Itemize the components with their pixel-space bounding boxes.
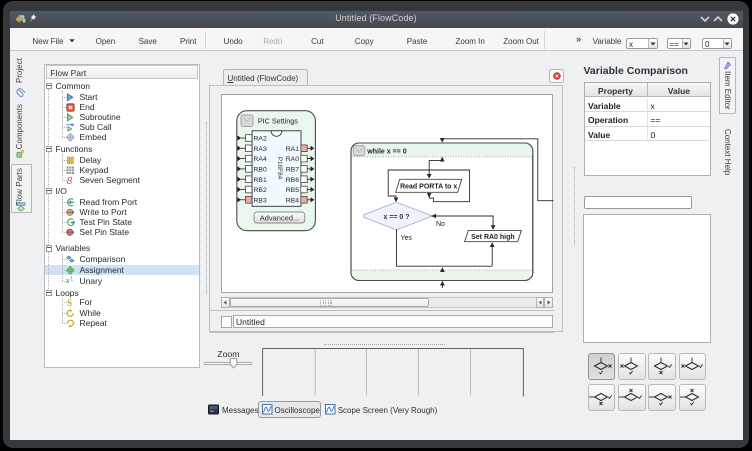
svg-text:RB0: RB0 — [253, 166, 266, 173]
svg-text:RA4: RA4 — [253, 156, 266, 163]
svg-text:Set RA0 high: Set RA0 high — [471, 233, 515, 240]
svg-text:RB1: RB1 — [253, 176, 266, 183]
svg-text:RB3: RB3 — [253, 197, 266, 204]
svg-text:P16F84: P16F84 — [276, 156, 283, 179]
svg-text:1: 1 — [70, 277, 73, 283]
svg-text:x: x — [66, 278, 70, 285]
svg-text:x == 0 ?: x == 0 ? — [383, 213, 409, 220]
svg-text:PIC Settings: PIC Settings — [257, 116, 297, 125]
svg-text:RA0: RA0 — [285, 156, 298, 163]
svg-text:while x == 0: while x == 0 — [366, 148, 406, 155]
svg-text:RB2: RB2 — [253, 187, 266, 194]
svg-text:RB4: RB4 — [285, 197, 298, 204]
svg-text:Advanced...: Advanced... — [259, 213, 299, 222]
svg-text:RB7: RB7 — [285, 166, 298, 173]
svg-text:Read PORTA to x: Read PORTA to x — [400, 183, 457, 190]
svg-text:8: 8 — [67, 176, 73, 187]
svg-text:RB6: RB6 — [285, 176, 298, 183]
svg-text:No: No — [436, 221, 445, 228]
svg-text:RB5: RB5 — [285, 187, 298, 194]
svg-text:RA3: RA3 — [253, 145, 266, 152]
svg-text:Yes: Yes — [400, 235, 412, 242]
svg-text:RA1: RA1 — [285, 145, 298, 152]
svg-text:S: S — [67, 297, 72, 307]
svg-text:RA2: RA2 — [253, 135, 266, 142]
